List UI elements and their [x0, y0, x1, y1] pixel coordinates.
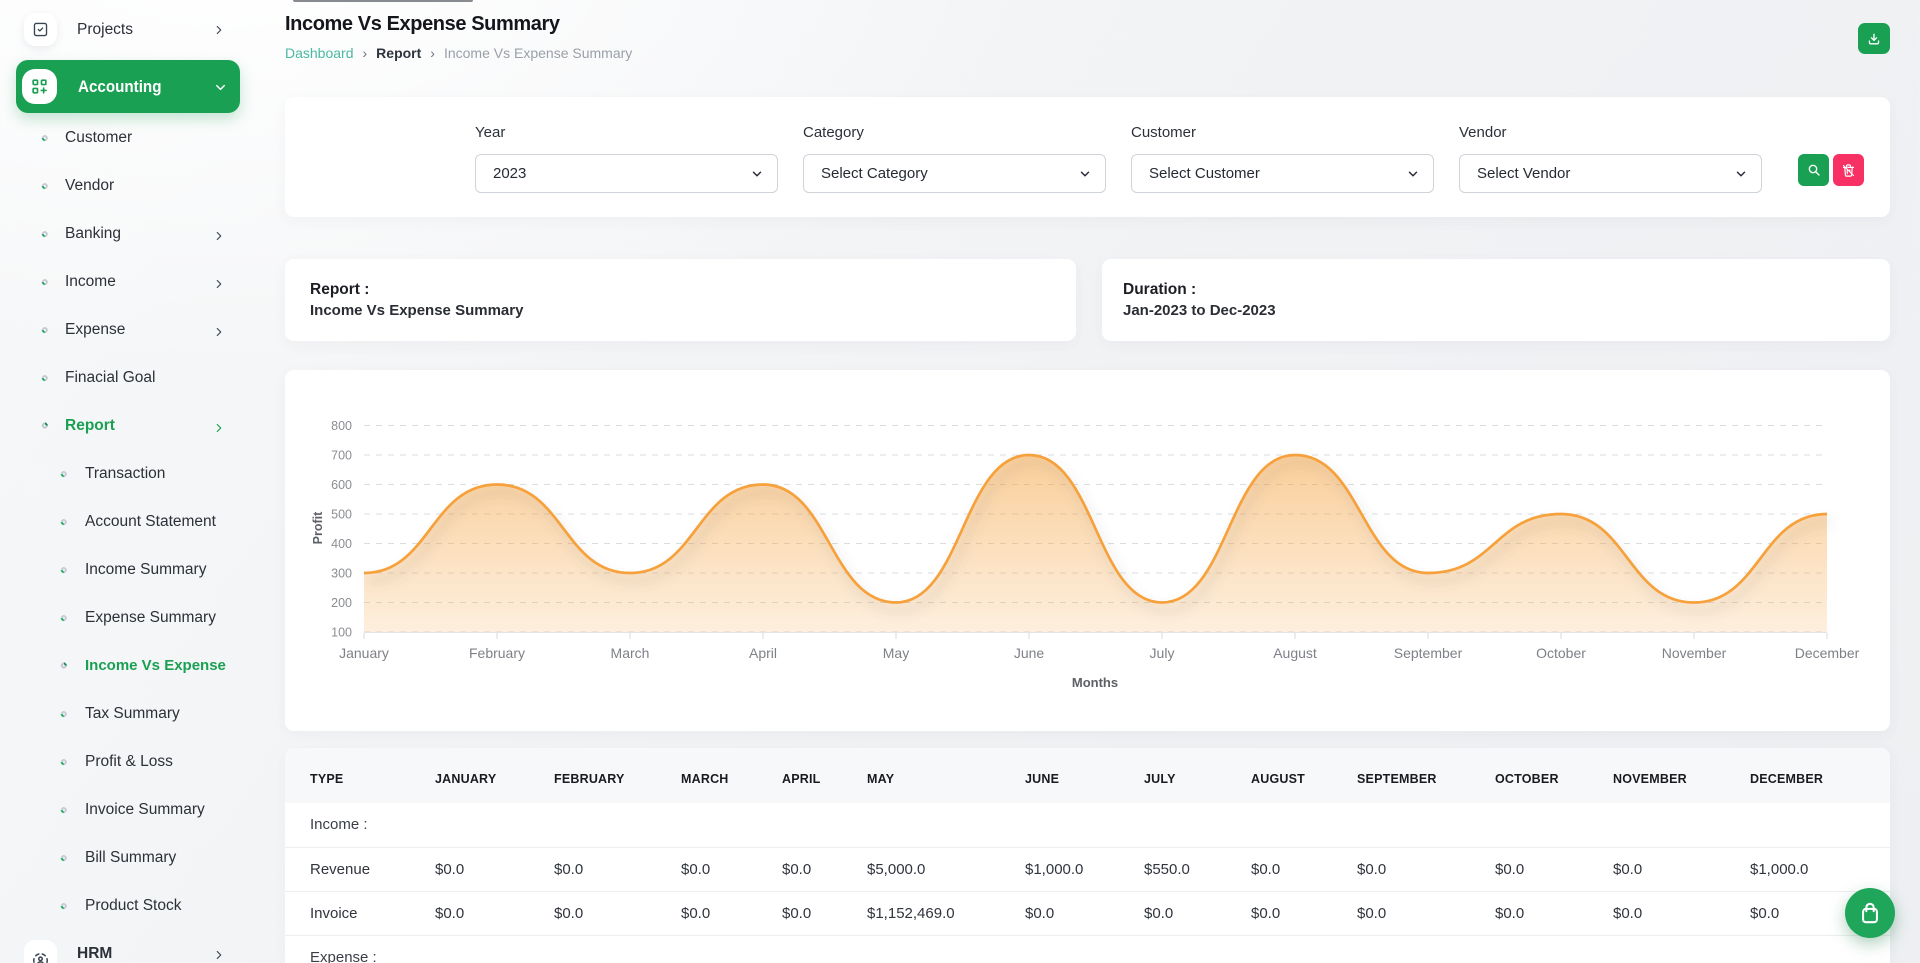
svg-text:500: 500: [331, 508, 352, 522]
svg-text:200: 200: [331, 596, 352, 610]
svg-text:October: October: [1536, 645, 1586, 661]
svg-text:100: 100: [331, 626, 352, 640]
svg-text:September: September: [1394, 645, 1463, 661]
svg-text:Profit: Profit: [311, 511, 325, 544]
svg-text:August: August: [1273, 645, 1317, 661]
svg-text:Months: Months: [1072, 675, 1118, 690]
svg-text:300: 300: [331, 567, 352, 581]
svg-text:January: January: [339, 645, 389, 661]
svg-text:November: November: [1662, 645, 1727, 661]
svg-text:March: March: [611, 645, 650, 661]
svg-text:July: July: [1150, 645, 1175, 661]
svg-text:June: June: [1014, 645, 1045, 661]
svg-text:February: February: [469, 645, 525, 661]
svg-text:December: December: [1795, 645, 1860, 661]
svg-text:800: 800: [331, 419, 352, 433]
svg-text:700: 700: [331, 449, 352, 463]
svg-text:600: 600: [331, 478, 352, 492]
svg-text:April: April: [749, 645, 777, 661]
svg-text:400: 400: [331, 537, 352, 551]
svg-text:May: May: [883, 645, 909, 661]
